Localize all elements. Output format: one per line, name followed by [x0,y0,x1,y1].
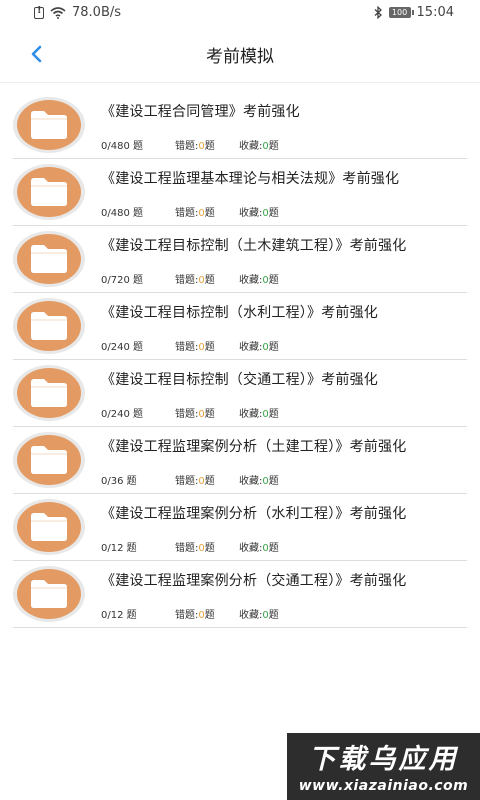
favorite-count: 收藏:0题 [239,543,279,554]
item-title: 《建设工程监理基本理论与相关法规》考前强化 [101,171,400,187]
wrong-count: 错题:0题 [175,476,215,487]
question-count: 0/36 题 [101,476,137,487]
item-meta: 0/240 题 错题:0题 收藏:0题 [101,338,279,353]
clock: 15:04 [416,5,454,20]
folder-avatar [13,566,85,622]
exam-list: 《建设工程合同管理》考前强化 0/480 题 错题:0题 收藏:0题 《建设工程… [13,92,467,628]
item-meta: 0/480 题 错题:0题 收藏:0题 [101,137,279,152]
favorite-count: 收藏:0题 [239,342,279,353]
item-title: 《建设工程监理案例分析（水利工程）》考前强化 [101,506,407,522]
wifi-icon [50,6,66,19]
item-meta: 0/36 题 错题:0题 收藏:0题 [101,472,279,487]
watermark-logo: 下载乌应用 www.xiazainiao.com [287,733,480,800]
favorite-count: 收藏:0题 [239,409,279,420]
folder-icon [31,379,67,407]
folder-icon [31,446,67,474]
status-bar-right: 100 15:04 [374,5,454,20]
watermark-url: www.xiazainiao.com [298,778,469,794]
list-item[interactable]: 《建设工程监理案例分析（土建工程）》考前强化 0/36 题 错题:0题 收藏:0… [13,427,467,494]
net-speed: 78.0B/s [72,5,122,20]
list-item[interactable]: 《建设工程目标控制（土木建筑工程）》考前强化 0/720 题 错题:0题 收藏:… [13,226,467,293]
watermark-title: 下载乌应用 [308,744,459,775]
favorite-count: 收藏:0题 [239,208,279,219]
folder-icon [31,111,67,139]
folder-icon [31,580,67,608]
folder-icon [31,245,67,273]
bluetooth-icon [374,6,382,19]
item-title: 《建设工程监理案例分析（交通工程）》考前强化 [101,573,407,589]
wrong-count: 错题:0题 [175,275,215,286]
list-item[interactable]: 《建设工程合同管理》考前强化 0/480 题 错题:0题 收藏:0题 [13,92,467,159]
question-count: 0/480 题 [101,141,143,152]
question-count: 0/720 题 [101,275,143,286]
folder-avatar [13,97,85,153]
item-title: 《建设工程目标控制（交通工程）》考前强化 [101,372,378,388]
list-item[interactable]: 《建设工程监理基本理论与相关法规》考前强化 0/480 题 错题:0题 收藏:0… [13,159,467,226]
folder-avatar [13,499,85,555]
folder-avatar [13,298,85,354]
item-meta: 0/12 题 错题:0题 收藏:0题 [101,606,279,621]
folder-icon [31,312,67,340]
battery-indicator: 100 [388,7,414,18]
wrong-count: 错题:0题 [175,543,215,554]
item-meta: 0/240 题 错题:0题 收藏:0题 [101,405,279,420]
item-meta: 0/480 题 错题:0题 收藏:0题 [101,204,279,219]
status-bar: 78.0B/s 100 15:04 [0,0,480,26]
folder-avatar [13,231,85,287]
favorite-count: 收藏:0题 [239,141,279,152]
folder-avatar [13,164,85,220]
list-item[interactable]: 《建设工程目标控制（水利工程）》考前强化 0/240 题 错题:0题 收藏:0题 [13,293,467,360]
app-header: 考前模拟 [0,26,480,83]
folder-avatar [13,432,85,488]
wrong-count: 错题:0题 [175,610,215,621]
list-item[interactable]: 《建设工程监理案例分析（水利工程）》考前强化 0/12 题 错题:0题 收藏:0… [13,494,467,561]
favorite-count: 收藏:0题 [239,476,279,487]
question-count: 0/12 题 [101,610,137,621]
list-item[interactable]: 《建设工程目标控制（交通工程）》考前强化 0/240 题 错题:0题 收藏:0题 [13,360,467,427]
item-title: 《建设工程目标控制（水利工程）》考前强化 [101,305,378,321]
question-count: 0/240 题 [101,342,143,353]
sim-alert-icon [34,5,44,19]
item-meta: 0/720 题 错题:0题 收藏:0题 [101,271,279,286]
page-title: 考前模拟 [206,47,274,67]
wrong-count: 错题:0题 [175,409,215,420]
favorite-count: 收藏:0题 [239,610,279,621]
question-count: 0/12 题 [101,543,137,554]
status-bar-left: 78.0B/s [34,5,121,20]
item-meta: 0/12 题 错题:0题 收藏:0题 [101,539,279,554]
list-item[interactable]: 《建设工程监理案例分析（交通工程）》考前强化 0/12 题 错题:0题 收藏:0… [13,561,467,628]
favorite-count: 收藏:0题 [239,275,279,286]
wrong-count: 错题:0题 [175,342,215,353]
item-title: 《建设工程合同管理》考前强化 [101,104,300,120]
question-count: 0/480 题 [101,208,143,219]
folder-icon [31,513,67,541]
wrong-count: 错题:0题 [175,141,215,152]
folder-icon [31,178,67,206]
folder-avatar [13,365,85,421]
wrong-count: 错题:0题 [175,208,215,219]
item-title: 《建设工程监理案例分析（土建工程）》考前强化 [101,439,407,455]
question-count: 0/240 题 [101,409,143,420]
item-title: 《建设工程目标控制（土木建筑工程）》考前强化 [101,238,407,254]
